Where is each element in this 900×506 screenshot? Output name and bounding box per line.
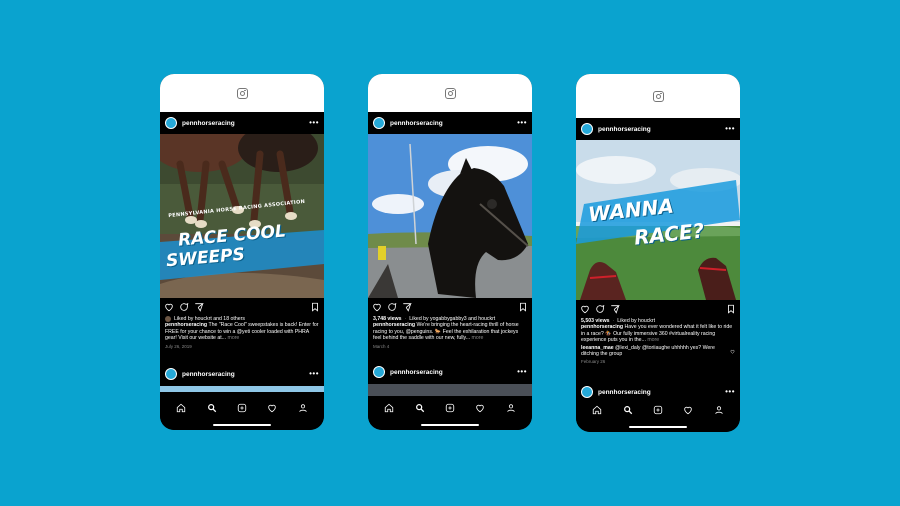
post-header: pennhorseracing ••• (368, 112, 532, 134)
post-caption-block: Liked by houckrt and 18 others pennhorse… (160, 316, 324, 350)
more-options-icon[interactable]: ••• (517, 368, 527, 376)
comment-username[interactable]: leeanna_mae (581, 345, 614, 351)
heart-icon[interactable] (372, 302, 382, 312)
post-media[interactable] (368, 134, 532, 298)
instagram-icon (236, 87, 248, 99)
more-link[interactable]: more (228, 335, 240, 341)
username[interactable]: pennhorseracing (598, 389, 725, 396)
username[interactable]: pennhorseracing (598, 126, 725, 133)
avatar[interactable] (581, 386, 593, 398)
new-post-icon[interactable] (237, 403, 247, 413)
share-icon[interactable] (194, 302, 204, 312)
post-date: March 4 (373, 343, 390, 349)
username[interactable]: pennhorseracing (182, 371, 309, 378)
caption-text: pennhorseracing The "Race Cool" sweepsta… (165, 322, 319, 341)
home-icon[interactable] (384, 403, 394, 413)
bottom-tab-bar (160, 396, 324, 430)
search-icon[interactable] (623, 405, 633, 415)
home-icon[interactable] (176, 403, 186, 413)
activity-heart-icon[interactable] (475, 403, 485, 413)
mini-avatar (165, 316, 171, 323)
caption-text: pennhorseracing We're bringing the heart… (373, 322, 527, 341)
more-link[interactable]: more (647, 337, 659, 343)
next-post-header: pennhorseracing ••• (368, 362, 532, 382)
phone-top-bar (160, 74, 324, 112)
new-post-icon[interactable] (445, 403, 455, 413)
caption-username[interactable]: pennhorseracing (581, 324, 623, 330)
new-post-icon[interactable] (653, 405, 663, 415)
post-image-racehorse (368, 134, 532, 298)
comment-icon[interactable] (179, 302, 189, 312)
more-link[interactable]: more (472, 335, 484, 341)
share-icon[interactable] (610, 304, 620, 314)
next-post-media-peek (368, 384, 532, 396)
heart-icon[interactable] (580, 304, 590, 314)
username[interactable]: pennhorseracing (390, 369, 517, 376)
instagram-icon (652, 90, 664, 102)
comment-icon[interactable] (595, 304, 605, 314)
post-caption-block: 5,503 views · Liked by houckrt pennhorsera… (576, 318, 740, 366)
username[interactable]: pennhorseracing (182, 120, 309, 127)
avatar[interactable] (581, 123, 593, 135)
more-options-icon[interactable]: ••• (725, 388, 735, 396)
comment-icon[interactable] (387, 302, 397, 312)
bookmark-icon[interactable] (518, 302, 528, 312)
post-actions (160, 298, 324, 316)
search-icon[interactable] (207, 403, 217, 413)
bottom-tab-bar (576, 398, 740, 432)
home-indicator (213, 424, 271, 426)
post-header: pennhorseracing ••• (160, 112, 324, 134)
comment-row: leeanna_mae @lexi_daly @toriiaughe uhhhh… (581, 345, 735, 358)
search-icon[interactable] (415, 403, 425, 413)
username[interactable]: pennhorseracing (390, 120, 517, 127)
instagram-icon (444, 87, 456, 99)
avatar[interactable] (373, 117, 385, 129)
home-indicator (421, 424, 479, 426)
post-actions (368, 298, 532, 316)
comment-like-icon[interactable] (730, 349, 735, 354)
post-date: July 26, 2019 (165, 343, 192, 349)
post-caption-block: 3,748 views · Liked by yogabbygabby3 and h… (368, 316, 532, 350)
more-options-icon[interactable]: ••• (309, 119, 319, 127)
bookmark-icon[interactable] (310, 302, 320, 312)
more-options-icon[interactable]: ••• (517, 119, 527, 127)
share-icon[interactable] (402, 302, 412, 312)
avatar[interactable] (373, 366, 385, 378)
heart-icon[interactable] (164, 302, 174, 312)
next-post-header: pennhorseracing ••• (160, 364, 324, 384)
bookmark-icon[interactable] (726, 304, 736, 314)
post-media[interactable]: PENNSYLVANIA HORSE RACING ASSOCIATION RA… (160, 134, 324, 298)
caption-username[interactable]: pennhorseracing (165, 322, 207, 328)
activity-heart-icon[interactable] (267, 403, 277, 413)
phone-mockup-3: pennhorseracing ••• WANNA RACE? 5,503 vi… (576, 74, 740, 432)
home-icon[interactable] (592, 405, 602, 415)
phone-top-bar (576, 74, 740, 118)
post-media[interactable]: WANNA RACE? (576, 140, 740, 300)
home-indicator (629, 426, 687, 428)
phone-top-bar (368, 74, 532, 112)
more-options-icon[interactable]: ••• (309, 370, 319, 378)
phone-mockup-2: pennhorseracing ••• 3,748 views · Liked by… (368, 74, 532, 430)
post-actions (576, 300, 740, 318)
profile-icon[interactable] (714, 405, 724, 415)
post-date: February 26 (581, 359, 606, 365)
caption-username[interactable]: pennhorseracing (373, 322, 415, 328)
more-options-icon[interactable]: ••• (725, 125, 735, 133)
post-header: pennhorseracing ••• (576, 118, 740, 140)
phone-mockup-1: pennhorseracing ••• PENNSYLVANIA HORSE R… (160, 74, 324, 430)
profile-icon[interactable] (506, 403, 516, 413)
caption-text: pennhorseracing Have you ever wondered w… (581, 324, 735, 343)
profile-icon[interactable] (298, 403, 308, 413)
activity-heart-icon[interactable] (683, 405, 693, 415)
bottom-tab-bar (368, 396, 532, 430)
avatar[interactable] (165, 368, 177, 380)
avatar[interactable] (165, 117, 177, 129)
next-post-media-peek (160, 386, 324, 392)
